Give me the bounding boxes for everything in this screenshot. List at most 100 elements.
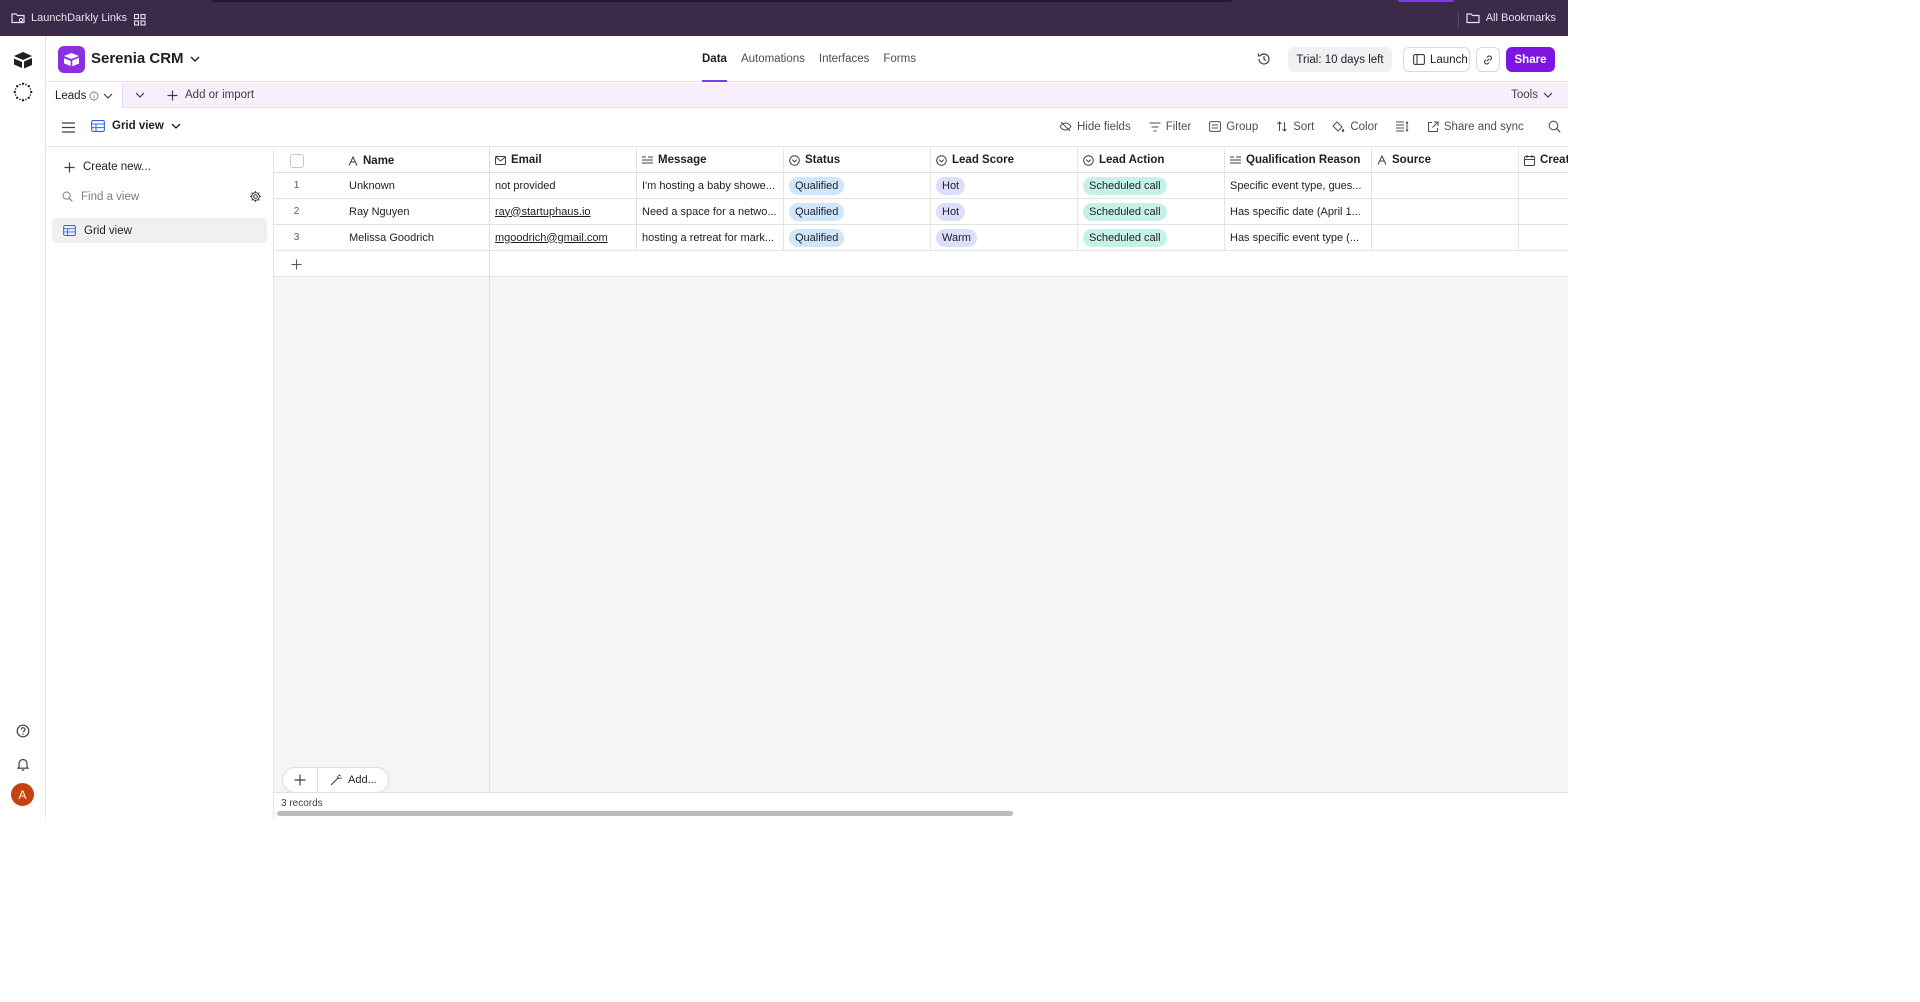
created-cell[interactable] [1519,173,1568,198]
tab-interfaces[interactable]: Interfaces [819,36,870,82]
status-cell[interactable]: Qualified [784,199,931,224]
column-header-source[interactable]: Source [1372,148,1519,172]
bookmark-all-bookmarks[interactable]: All Bookmarks [1466,12,1556,24]
filter-button[interactable]: Filter [1149,121,1191,133]
table-row[interactable]: 3 Melissa Goodrich mgoodrich@gmail.com h… [274,225,1568,251]
email-link[interactable]: ray@startuphaus.io [495,206,591,218]
select-all-checkbox[interactable] [290,154,304,168]
notifications-bell-icon[interactable] [13,754,33,774]
record-count: 3 records [281,798,323,809]
lead-action-cell[interactable]: Scheduled call [1078,225,1225,250]
source-cell[interactable] [1372,173,1519,198]
base-icon[interactable] [58,46,85,73]
column-header-name[interactable]: Name [348,148,394,172]
add-or-import-button[interactable]: Add or import [167,89,254,101]
help-icon[interactable] [13,721,33,741]
primary-cell[interactable]: 2 Ray Nguyen [274,199,490,224]
add-record-row[interactable] [274,251,489,277]
group-label: Group [1226,120,1259,133]
horizontal-scrollbar[interactable] [277,811,1013,816]
source-cell[interactable] [1372,199,1519,224]
omni-ai-icon[interactable] [13,82,33,102]
hide-fields-button[interactable]: Hide fields [1059,121,1131,133]
created-cell[interactable] [1519,199,1568,224]
view-settings-gear-icon[interactable] [249,190,262,203]
primary-cell[interactable]: 1 Unknown [274,173,490,198]
external-share-icon [1427,121,1439,133]
user-avatar[interactable]: A [11,783,34,806]
source-cell[interactable] [1372,225,1519,250]
email-link[interactable]: mgoodrich@gmail.com [495,232,608,244]
group-button[interactable]: Group [1209,121,1258,133]
info-icon[interactable] [89,91,99,101]
tab-automations[interactable]: Automations [741,36,805,82]
primary-cell[interactable]: 3 Melissa Goodrich [274,225,490,250]
column-header-qualification-reason[interactable]: Qualification Reason [1225,148,1372,172]
column-header-message[interactable]: Message [637,148,784,172]
frozen-column-divider [489,148,490,818]
plus-icon [167,90,178,101]
status-chip: Qualified [789,176,845,195]
lead-action-cell[interactable]: Scheduled call [1078,199,1225,224]
base-name: Serenia CRM [91,50,184,67]
current-view-name: Grid view [112,120,164,132]
tab-data[interactable]: Data [702,36,727,82]
trial-badge[interactable]: Trial: 10 days left [1288,47,1392,72]
copy-link-button[interactable] [1476,47,1500,72]
apps-grid-icon[interactable] [134,14,146,26]
email-cell[interactable]: mgoodrich@gmail.com [490,225,637,250]
column-header-lead-action[interactable]: Lead Action [1078,148,1225,172]
add-record-button[interactable] [283,768,318,792]
column-header-status[interactable]: Status [784,148,931,172]
history-icon[interactable] [1256,51,1272,67]
view-switcher[interactable]: Grid view [91,120,181,132]
base-name-menu[interactable]: Serenia CRM [91,50,200,67]
status-cell[interactable]: Qualified [784,225,931,250]
message-cell[interactable]: I'm hosting a baby showe... [637,173,784,198]
share-button[interactable]: Share [1506,47,1555,72]
table-tab-leads[interactable]: Leads [46,83,123,108]
sidebar-view-grid-view[interactable]: Grid view [52,218,267,243]
lead-score-cell[interactable]: Warm [931,225,1078,250]
filter-icon [1149,121,1161,132]
create-new-view-button[interactable]: Create new... [64,161,151,173]
tools-menu[interactable]: Tools [1511,89,1553,101]
tab-forms[interactable]: Forms [883,36,916,82]
qualification-reason-cell[interactable]: Has specific event type (... [1225,225,1372,250]
hamburger-menu-icon[interactable] [62,122,75,133]
column-header-label: Qualification Reason [1246,154,1361,166]
find-view-input[interactable]: Find a view [81,191,139,203]
chevron-down-icon[interactable] [102,92,114,100]
launch-button[interactable]: Launch [1403,47,1470,72]
text-field-icon [1377,155,1387,165]
lead-score-cell[interactable]: Hot [931,199,1078,224]
qualification-reason-cell[interactable]: Specific event type, gues... [1225,173,1372,198]
lead-action-cell[interactable]: Scheduled call [1078,173,1225,198]
color-button[interactable]: Color [1332,121,1378,133]
sort-button[interactable]: Sort [1276,121,1314,133]
message-cell[interactable]: Need a space for a netwo... [637,199,784,224]
share-and-sync-button[interactable]: Share and sync [1427,121,1524,133]
created-cell[interactable] [1519,225,1568,250]
lead-score-cell[interactable]: Hot [931,173,1078,198]
airtable-logo-icon[interactable] [13,51,33,69]
message-cell[interactable]: hosting a retreat for mark... [637,225,784,250]
column-header-lead-score[interactable]: Lead Score [931,148,1078,172]
qualification-reason-cell[interactable]: Has specific date (April 1... [1225,199,1372,224]
bookmark-label: All Bookmarks [1485,12,1556,24]
column-header-created[interactable]: Creat [1519,148,1568,172]
browser-bookmarks-bar: LaunchDarkly Links All Bookmarks [0,0,1568,36]
column-header-email[interactable]: Email [490,148,637,172]
add-with-ai-button[interactable]: Add... [318,774,388,786]
row-height-button[interactable] [1395,121,1409,132]
email-cell[interactable]: not provided [490,173,637,198]
all-tables-chevron-icon[interactable] [134,91,146,99]
status-cell[interactable]: Qualified [784,173,931,198]
search-button[interactable] [1548,120,1561,133]
find-view-search[interactable]: Find a view [62,190,262,203]
folder-link-icon [11,12,25,24]
bookmark-launchdarkly-links[interactable]: LaunchDarkly Links [11,12,127,24]
table-row[interactable]: 1 Unknown not provided I'm hosting a bab… [274,173,1568,199]
email-cell[interactable]: ray@startuphaus.io [490,199,637,224]
table-row[interactable]: 2 Ray Nguyen ray@startuphaus.io Need a s… [274,199,1568,225]
